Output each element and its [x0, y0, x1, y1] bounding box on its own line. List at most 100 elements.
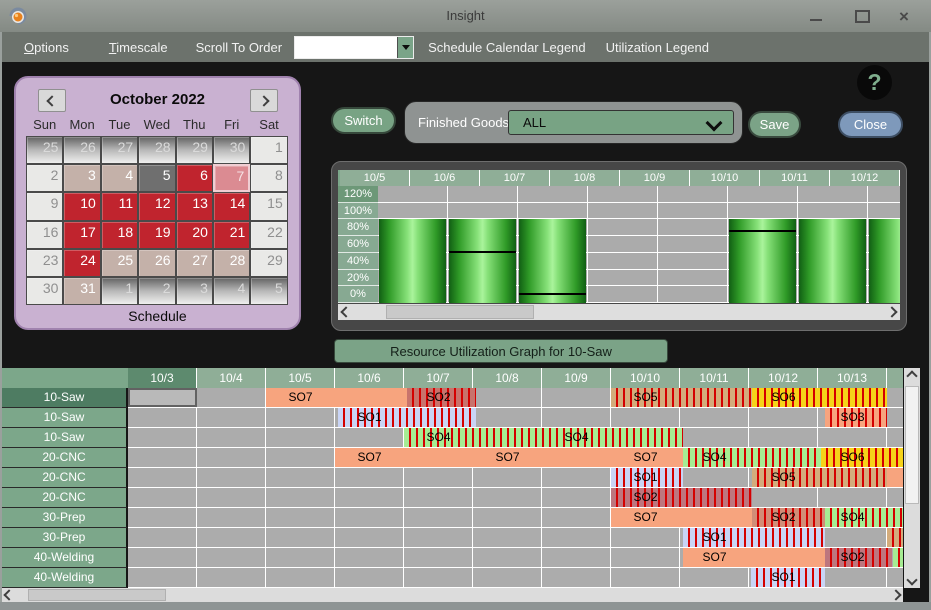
- calendar-day-cell[interactable]: 21: [213, 221, 250, 249]
- gantt-bar[interactable]: [887, 528, 903, 547]
- combo-dropdown-icon[interactable]: [397, 37, 413, 58]
- resource-label[interactable]: 10-Saw: [2, 388, 128, 408]
- calendar-day-cell[interactable]: 1: [250, 136, 287, 164]
- order-combobox[interactable]: [294, 36, 414, 59]
- calendar-day-cell[interactable]: 3: [176, 277, 213, 305]
- selected-cell[interactable]: [128, 388, 197, 407]
- save-button[interactable]: Save: [748, 111, 801, 138]
- calendar-day-cell[interactable]: 26: [63, 136, 100, 164]
- resource-label[interactable]: 20-CNC: [2, 448, 128, 468]
- calendar-day-cell[interactable]: 28: [213, 249, 250, 277]
- calendar-day-cell[interactable]: 27: [101, 136, 138, 164]
- calendar-day-cell[interactable]: 7: [213, 164, 250, 192]
- calendar-day-cell[interactable]: 15: [250, 192, 287, 220]
- gantt-date-cell[interactable]: 10/5: [266, 368, 335, 388]
- resource-label[interactable]: 40-Welding: [2, 548, 128, 568]
- gantt-date-cell[interactable]: 10/13: [818, 368, 887, 388]
- resource-label[interactable]: 40-Welding: [2, 568, 128, 588]
- minimize-button[interactable]: [802, 0, 830, 32]
- gantt-bar[interactable]: [893, 548, 904, 567]
- calendar-day-cell[interactable]: 3: [63, 164, 100, 192]
- calendar-day-cell[interactable]: 2: [26, 164, 63, 192]
- maximize-button[interactable]: [848, 0, 876, 32]
- calendar-day-cell[interactable]: 25: [101, 249, 138, 277]
- gantt-bar[interactable]: [266, 388, 407, 407]
- gantt-date-cell[interactable]: 10/11: [680, 368, 749, 388]
- scroll-down-button[interactable]: [904, 572, 920, 588]
- gantt-date-cell[interactable]: 10/8: [473, 368, 542, 388]
- calendar-day-cell[interactable]: 24: [63, 249, 100, 277]
- calendar-day-cell[interactable]: 4: [213, 277, 250, 305]
- calendar-day-cell[interactable]: 29: [250, 249, 287, 277]
- close-window-button[interactable]: ×: [890, 0, 918, 32]
- calendar-day-cell[interactable]: 1: [101, 277, 138, 305]
- resource-label[interactable]: 20-CNC: [2, 488, 128, 508]
- resource-label[interactable]: 20-CNC: [2, 468, 128, 488]
- calendar-day-cell[interactable]: 12: [138, 192, 175, 220]
- gantt-date-cell[interactable]: 10/10: [611, 368, 680, 388]
- calendar-next-button[interactable]: [250, 89, 278, 112]
- calendar-day-cell[interactable]: 29: [176, 136, 213, 164]
- gantt-bar[interactable]: [611, 388, 752, 407]
- help-button[interactable]: ?: [857, 65, 892, 100]
- resource-label[interactable]: 10-Saw: [2, 428, 128, 448]
- calendar-day-cell[interactable]: 30: [26, 277, 63, 305]
- scroll-right-button[interactable]: [884, 304, 900, 320]
- menu-options[interactable]: Options: [24, 40, 69, 55]
- scroll-up-button[interactable]: [904, 368, 920, 384]
- calendar-day-cell[interactable]: 8: [250, 164, 287, 192]
- calendar-day-cell[interactable]: 5: [250, 277, 287, 305]
- calendar-day-cell[interactable]: 14: [213, 192, 250, 220]
- calendar-day-cell[interactable]: 11: [101, 192, 138, 220]
- calendar-day-cell[interactable]: 28: [138, 136, 175, 164]
- finished-goods-dropdown[interactable]: ALL: [508, 110, 734, 135]
- calendar-day-cell[interactable]: 22: [250, 221, 287, 249]
- scroll-left-button[interactable]: [2, 588, 16, 602]
- calendar-day-cell[interactable]: 9: [26, 192, 63, 220]
- close-button[interactable]: Close: [838, 111, 903, 138]
- calendar-day-cell[interactable]: 30: [213, 136, 250, 164]
- gantt-date-cell[interactable]: 10/4: [197, 368, 266, 388]
- vscrollbar-thumb[interactable]: [905, 386, 919, 504]
- calendar-day-cell[interactable]: 4: [101, 164, 138, 192]
- gantt-bar[interactable]: [611, 488, 752, 507]
- calendar-day-cell[interactable]: 13: [176, 192, 213, 220]
- menu-timescale[interactable]: Timescale: [109, 40, 168, 55]
- calendar-day-cell[interactable]: 5: [138, 164, 175, 192]
- calendar-day-cell[interactable]: 31: [63, 277, 100, 305]
- schedule-button[interactable]: Schedule: [16, 308, 299, 324]
- hscrollbar-thumb[interactable]: [28, 589, 166, 601]
- hscrollbar-thumb[interactable]: [386, 305, 534, 319]
- scroll-right-button[interactable]: [889, 588, 903, 602]
- calendar-day-cell[interactable]: 23: [26, 249, 63, 277]
- resource-label[interactable]: 30-Prep: [2, 528, 128, 548]
- resource-label[interactable]: 30-Prep: [2, 508, 128, 528]
- calendar-day-cell[interactable]: 18: [101, 221, 138, 249]
- calendar-day-cell[interactable]: 27: [176, 249, 213, 277]
- menu-schedule-calendar-legend[interactable]: Schedule Calendar Legend: [428, 40, 586, 55]
- gantt-date-cell[interactable]: 10/7: [404, 368, 473, 388]
- scroll-left-button[interactable]: [338, 304, 354, 320]
- resource-label[interactable]: 10-Saw: [2, 408, 128, 428]
- switch-button[interactable]: Switch: [331, 107, 396, 134]
- gantt-hscrollbar[interactable]: [2, 588, 903, 602]
- calendar-day-cell[interactable]: 6: [176, 164, 213, 192]
- gantt-date-cell[interactable]: 10/9: [542, 368, 611, 388]
- utilization-hscrollbar[interactable]: [338, 304, 900, 320]
- calendar-day-cell[interactable]: 2: [138, 277, 175, 305]
- calendar-day-cell[interactable]: 10: [63, 192, 100, 220]
- gantt-bar[interactable]: [887, 468, 903, 487]
- gantt-vscrollbar[interactable]: [904, 368, 920, 588]
- calendar-day-cell[interactable]: 16: [26, 221, 63, 249]
- calendar-day-cell[interactable]: 26: [138, 249, 175, 277]
- gantt-bar[interactable]: [611, 508, 752, 527]
- gantt-date-cell[interactable]: 10/6: [335, 368, 404, 388]
- menu-utilization-legend[interactable]: Utilization Legend: [606, 40, 709, 55]
- calendar-day-cell[interactable]: 17: [63, 221, 100, 249]
- gantt-date-cell[interactable]: 10/3: [128, 368, 197, 388]
- utilization-title-button[interactable]: Resource Utilization Graph for 10-Saw: [334, 339, 668, 363]
- calendar-day-cell[interactable]: 25: [26, 136, 63, 164]
- gantt-date-cell[interactable]: 10/12: [749, 368, 818, 388]
- calendar-day-cell[interactable]: 20: [176, 221, 213, 249]
- calendar-day-cell[interactable]: 19: [138, 221, 175, 249]
